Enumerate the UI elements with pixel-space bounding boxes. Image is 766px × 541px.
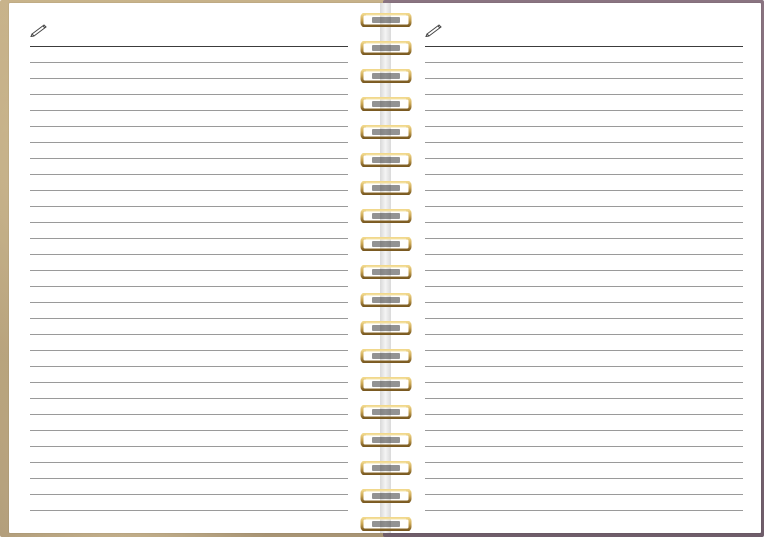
ruled-line: [425, 206, 743, 207]
ruled-line: [425, 110, 743, 111]
ruled-line: [30, 126, 348, 127]
ruled-line: [30, 110, 348, 111]
ruled-line: [30, 222, 348, 223]
ruled-line: [425, 430, 743, 431]
right-page: [389, 3, 761, 533]
ruled-line: [30, 142, 348, 143]
binding-ring: [360, 153, 412, 167]
binding-ring: [360, 69, 412, 83]
ruled-line: [425, 142, 743, 143]
ruled-line: [425, 446, 743, 447]
ruled-line: [30, 190, 348, 191]
ruled-line: [425, 94, 743, 95]
binding-ring: [360, 405, 412, 419]
ruled-line: [425, 382, 743, 383]
ruled-line: [30, 94, 348, 95]
ruled-line: [30, 78, 348, 79]
binding-ring: [360, 97, 412, 111]
ruled-line: [425, 398, 743, 399]
ruled-line: [425, 334, 743, 335]
ruled-line: [30, 334, 348, 335]
binding-ring: [360, 265, 412, 279]
ruled-line: [30, 382, 348, 383]
ruled-line: [425, 286, 743, 287]
ruled-lines: [425, 43, 743, 523]
ruled-line: [30, 350, 348, 351]
ruled-line: [425, 414, 743, 415]
ruled-line: [30, 446, 348, 447]
ruled-line: [30, 414, 348, 415]
ruled-line: [425, 254, 743, 255]
ruled-line: [425, 222, 743, 223]
ruled-line: [30, 174, 348, 175]
ruled-line: [30, 478, 348, 479]
ruled-line: [425, 270, 743, 271]
ruled-line: [425, 462, 743, 463]
ruled-line: [425, 238, 743, 239]
ruled-line: [425, 350, 743, 351]
ruled-line: [30, 510, 348, 511]
ruled-line: [30, 238, 348, 239]
ruled-line: [425, 318, 743, 319]
pencil-icon: [425, 24, 442, 37]
ruled-line: [30, 62, 348, 63]
ruled-line: [30, 494, 348, 495]
ruled-line: [30, 398, 348, 399]
ruled-line: [30, 430, 348, 431]
binding-ring: [360, 209, 412, 223]
binding-ring: [360, 293, 412, 307]
ruled-line: [30, 270, 348, 271]
binding-ring: [360, 489, 412, 503]
ruled-line: [425, 78, 743, 79]
ruled-line: [30, 158, 348, 159]
ruled-line: [425, 62, 743, 63]
binding-ring: [360, 433, 412, 447]
binding-ring: [360, 461, 412, 475]
binding-ring: [360, 321, 412, 335]
binding-ring: [360, 181, 412, 195]
ruled-line: [30, 286, 348, 287]
ruled-lines: [30, 43, 348, 523]
ruled-line: [30, 462, 348, 463]
ruled-line: [425, 366, 743, 367]
ruled-line: [425, 158, 743, 159]
binding-ring: [360, 349, 412, 363]
ruled-line: [425, 174, 743, 175]
ruled-line: [425, 46, 743, 47]
ruled-line: [425, 126, 743, 127]
ruled-line: [30, 206, 348, 207]
binding-ring: [360, 41, 412, 55]
binding-ring: [360, 377, 412, 391]
binding-ring: [360, 125, 412, 139]
binding-ring: [360, 517, 412, 531]
ruled-line: [30, 254, 348, 255]
pencil-icon: [30, 24, 47, 37]
binding-ring: [360, 237, 412, 251]
binding-ring: [360, 13, 412, 27]
ruled-line: [425, 510, 743, 511]
ruled-line: [30, 318, 348, 319]
notebook-spread: [0, 0, 766, 541]
ruled-line: [425, 478, 743, 479]
left-page: [9, 3, 382, 533]
spiral-binding: [358, 0, 414, 541]
ruled-line: [425, 190, 743, 191]
ruled-line: [30, 46, 348, 47]
ruled-line: [30, 366, 348, 367]
ruled-line: [30, 302, 348, 303]
ruled-line: [425, 494, 743, 495]
ruled-line: [425, 302, 743, 303]
